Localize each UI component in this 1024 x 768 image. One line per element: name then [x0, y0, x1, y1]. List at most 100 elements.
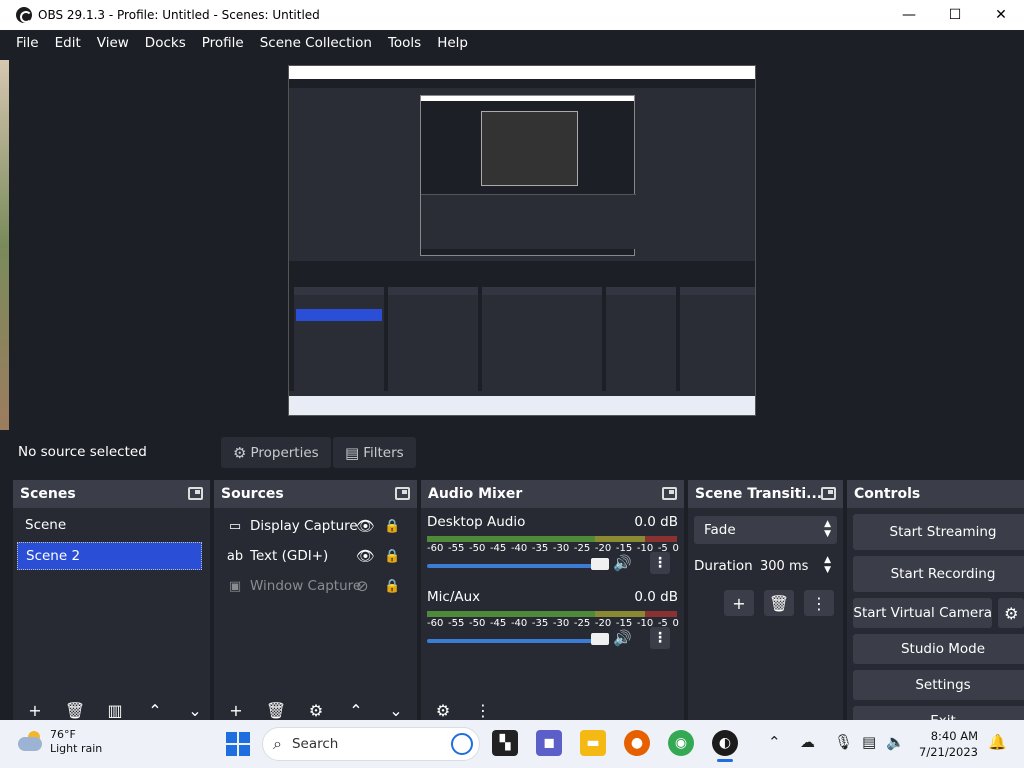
menu-tools[interactable]: Tools	[380, 35, 429, 51]
menu-docks[interactable]: Docks	[137, 35, 194, 51]
audio-mixer-header: Audio Mixer	[421, 480, 684, 508]
taskbar: 76°F Light rain ⌕ Search ▚ ◼ ▬ ● ◉ ◐ ⌃ ☁…	[0, 720, 1024, 768]
menu-edit[interactable]: Edit	[47, 35, 89, 51]
microphone-icon[interactable]: 🎙	[834, 733, 853, 751]
channel-level: 0.0 dB	[634, 514, 678, 530]
menu-scene-collection[interactable]: Scene Collection	[252, 35, 380, 51]
audio-mixer-dock: Audio Mixer Desktop Audio 0.0 dB -60 -55-…	[421, 480, 684, 720]
start-virtual-camera-button[interactable]: Start Virtual Camera	[853, 598, 993, 628]
lock-icon[interactable]: 🔒	[384, 579, 400, 594]
windows-start-icon[interactable]	[226, 732, 250, 756]
virtual-camera-settings-icon[interactable]: ⚙	[998, 598, 1024, 628]
onedrive-icon[interactable]: ☁	[800, 733, 815, 751]
tray-overflow-icon[interactable]: ⌃	[768, 733, 781, 751]
minimize-button[interactable]: —	[886, 0, 932, 30]
lock-icon[interactable]: 🔒	[384, 549, 400, 564]
undock-icon[interactable]	[395, 487, 410, 500]
studio-mode-button[interactable]: Studio Mode	[853, 634, 1024, 664]
duration-spinbox[interactable]: 300 ms ▲ ▼	[752, 552, 837, 580]
scene-filters-icon[interactable]: ▥	[103, 701, 127, 720]
start-recording-button[interactable]: Start Recording	[853, 556, 1024, 592]
task-view-icon[interactable]: ▚	[492, 730, 518, 756]
menu-profile[interactable]: Profile	[194, 35, 252, 51]
volume-slider-handle[interactable]	[591, 558, 609, 570]
transition-select[interactable]: Fade ▲ ▼	[694, 516, 837, 544]
menu-file[interactable]: File	[8, 35, 47, 51]
add-transition-icon[interactable]: +	[724, 590, 754, 616]
filters-button[interactable]: ▤ Filters	[333, 437, 416, 468]
channel-menu-button[interactable]: ⋮	[650, 552, 670, 574]
spin-arrows-icon[interactable]: ▲ ▼	[824, 555, 831, 575]
settings-button[interactable]: Settings	[853, 670, 1024, 700]
file-explorer-icon[interactable]: ▬	[580, 730, 606, 756]
lock-icon[interactable]: 🔒	[384, 519, 400, 534]
start-streaming-button[interactable]: Start Streaming	[853, 514, 1024, 550]
maximize-button[interactable]: ☐	[932, 0, 978, 30]
chrome-icon[interactable]: ◉	[668, 730, 694, 756]
time: 8:40 AM	[930, 729, 978, 743]
source-item[interactable]: ab Text (GDI+) 👁 🔒	[214, 541, 417, 571]
properties-button[interactable]: ⚙ Properties	[221, 437, 331, 468]
preview-nested-scenes-dock	[294, 287, 384, 391]
speaker-icon[interactable]: 🔊	[613, 554, 632, 572]
add-scene-icon[interactable]: +	[23, 701, 47, 720]
eye-hidden-icon[interactable]: ⊘	[356, 577, 369, 595]
mixer-channel: Desktop Audio 0.0 dB -60 -55 -50 -45 -40 -35-…	[421, 508, 684, 583]
menu-help[interactable]: Help	[429, 35, 476, 51]
speaker-icon[interactable]: 🔊	[613, 629, 632, 647]
volume-slider[interactable]	[427, 564, 607, 568]
volume-slider[interactable]	[427, 639, 607, 643]
preview-canvas[interactable]	[288, 65, 756, 416]
channel-menu-button[interactable]: ⋮	[650, 627, 670, 649]
firefox-icon[interactable]: ●	[624, 730, 650, 756]
controls-title: Controls	[854, 486, 921, 502]
taskbar-search[interactable]: ⌕ Search	[262, 727, 480, 761]
channel-name: Mic/Aux	[427, 589, 481, 605]
undock-icon[interactable]	[662, 487, 677, 500]
notifications-icon[interactable]: 🔔	[988, 733, 1007, 751]
remove-transition-icon[interactable]: 🗑	[764, 590, 794, 616]
clock[interactable]: 8:40 AM 7/21/2023	[902, 728, 978, 760]
sources-dock-header: Sources	[214, 480, 417, 508]
exit-button[interactable]: Exit	[853, 706, 1024, 720]
weather-widget[interactable]: 76°F Light rain	[18, 728, 102, 756]
remove-source-icon[interactable]: 🗑	[264, 701, 288, 720]
mixer-menu-icon[interactable]: ⋮	[471, 701, 495, 720]
transition-value: Fade	[704, 522, 736, 538]
source-properties-icon[interactable]: ⚙	[304, 701, 328, 720]
transition-menu-icon[interactable]: ⋮	[804, 590, 834, 616]
bing-icon[interactable]	[451, 733, 473, 755]
search-placeholder: Search	[291, 736, 339, 752]
remove-scene-icon[interactable]: 🗑	[63, 701, 87, 720]
undock-icon[interactable]	[188, 487, 203, 500]
eye-icon[interactable]: 👁	[356, 517, 375, 535]
menu-view[interactable]: View	[89, 35, 137, 51]
obs-taskbar-icon[interactable]: ◐	[712, 730, 738, 762]
channel-name: Desktop Audio	[427, 514, 526, 530]
teams-chat-icon[interactable]: ◼	[536, 730, 562, 756]
filter-icon: ▤	[345, 443, 360, 462]
move-up-icon[interactable]: ⌃	[143, 701, 167, 720]
network-icon[interactable]: ▤	[862, 733, 876, 751]
source-toolbar: No source selected ⚙ Properties ▤ Filter…	[0, 430, 1024, 476]
source-item-label: Window Capture	[250, 578, 362, 594]
move-down-icon[interactable]: ⌄	[384, 701, 408, 720]
add-source-icon[interactable]: +	[224, 701, 248, 720]
move-up-icon[interactable]: ⌃	[344, 701, 368, 720]
source-item[interactable]: ▣ Window Capture ⊘ 🔒	[214, 571, 417, 601]
scene-transitions-header: Scene Transiti...	[688, 480, 843, 508]
volume-slider-handle[interactable]	[591, 633, 609, 645]
eye-icon[interactable]: 👁	[356, 547, 375, 565]
move-down-icon[interactable]: ⌄	[183, 701, 207, 720]
window-icon: ▣	[228, 578, 242, 594]
duration-value: 300 ms	[760, 558, 809, 574]
scene-item-selected[interactable]: Scene 2	[17, 542, 202, 570]
scene-item[interactable]: Scene	[17, 511, 206, 539]
source-item[interactable]: ▭ Display Capture 👁 🔒	[214, 511, 417, 541]
advanced-audio-icon[interactable]: ⚙	[431, 701, 455, 720]
scene-item-label: Scene	[25, 517, 67, 533]
preview-nested-controls-dock	[680, 287, 755, 391]
temperature: 76°F	[50, 728, 76, 741]
undock-icon[interactable]	[821, 487, 836, 500]
close-button[interactable]: ✕	[978, 0, 1024, 30]
